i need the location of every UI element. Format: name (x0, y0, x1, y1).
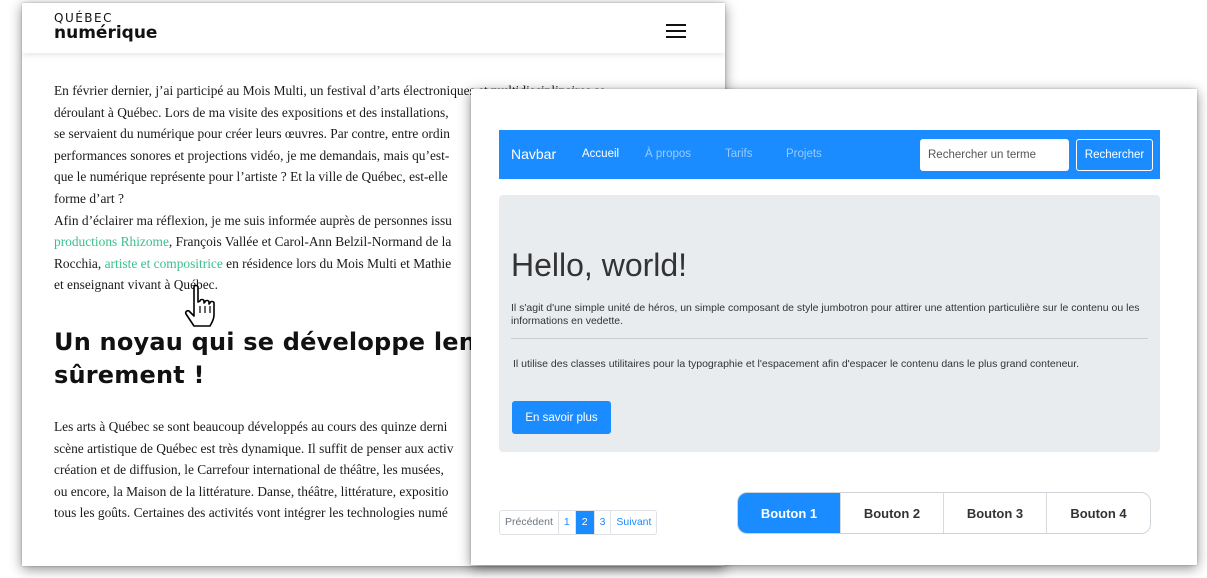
jumbotron: Hello, world! Il s'agit d'une simple uni… (499, 195, 1160, 452)
hamburger-menu-icon[interactable] (666, 24, 686, 38)
search-button[interactable]: Rechercher (1076, 139, 1153, 171)
navbar: Navbar Accueil À propos Tarifs Projets R… (499, 130, 1160, 179)
button-1[interactable]: Bouton 1 (738, 493, 841, 533)
jumbotron-info: Il utilise des classes utilitaires pour … (513, 358, 1080, 370)
search-input[interactable] (920, 139, 1069, 171)
jumbotron-title: Hello, world! (511, 247, 688, 283)
text-segment: Rocchia, (54, 255, 105, 271)
site-logo[interactable]: QUÉBEC numérique (54, 12, 157, 42)
site-header: QUÉBEC numérique (22, 3, 725, 53)
button-4[interactable]: Bouton 4 (1047, 493, 1150, 533)
pagination-page-3[interactable]: 3 (595, 511, 612, 534)
rhizome-link[interactable]: productions Rhizome (54, 234, 169, 249)
hand-pointer-cursor-icon (184, 284, 215, 327)
pagination-next[interactable]: Suivant (611, 511, 656, 534)
button-2[interactable]: Bouton 2 (841, 493, 944, 533)
pagination-page-2[interactable]: 2 (575, 511, 595, 534)
logo-bottom-text: numérique (54, 23, 158, 43)
nav-link-tarifs[interactable]: Tarifs (725, 148, 752, 160)
pagination-page-1[interactable]: 1 (559, 511, 576, 534)
jumbotron-lead: Il s'agit d'une simple unité de héros, u… (511, 302, 1140, 327)
text-segment: , François Vallée et Carol-Ann Belzil-No… (168, 234, 452, 250)
text-segment: en résidence lors du Mois Multi et Mathi… (222, 255, 452, 271)
nav-link-a-propos[interactable]: À propos (645, 148, 691, 160)
learn-more-button[interactable]: En savoir plus (512, 401, 611, 434)
pagination-previous[interactable]: Précédent (500, 511, 559, 534)
pagination: Précédent 1 2 3 Suivant (499, 510, 658, 535)
button-3[interactable]: Bouton 3 (944, 493, 1047, 533)
bootstrap-demo-window: Navbar Accueil À propos Tarifs Projets R… (471, 89, 1197, 565)
button-group: Bouton 1 Bouton 2 Bouton 3 Bouton 4 (737, 492, 1151, 534)
navbar-brand[interactable]: Navbar (511, 146, 556, 162)
nav-link-projets[interactable]: Projets (786, 148, 822, 160)
divider (511, 338, 1148, 339)
artist-composer-link[interactable]: artiste et compositrice (105, 256, 223, 271)
nav-link-accueil[interactable]: Accueil (582, 148, 619, 160)
